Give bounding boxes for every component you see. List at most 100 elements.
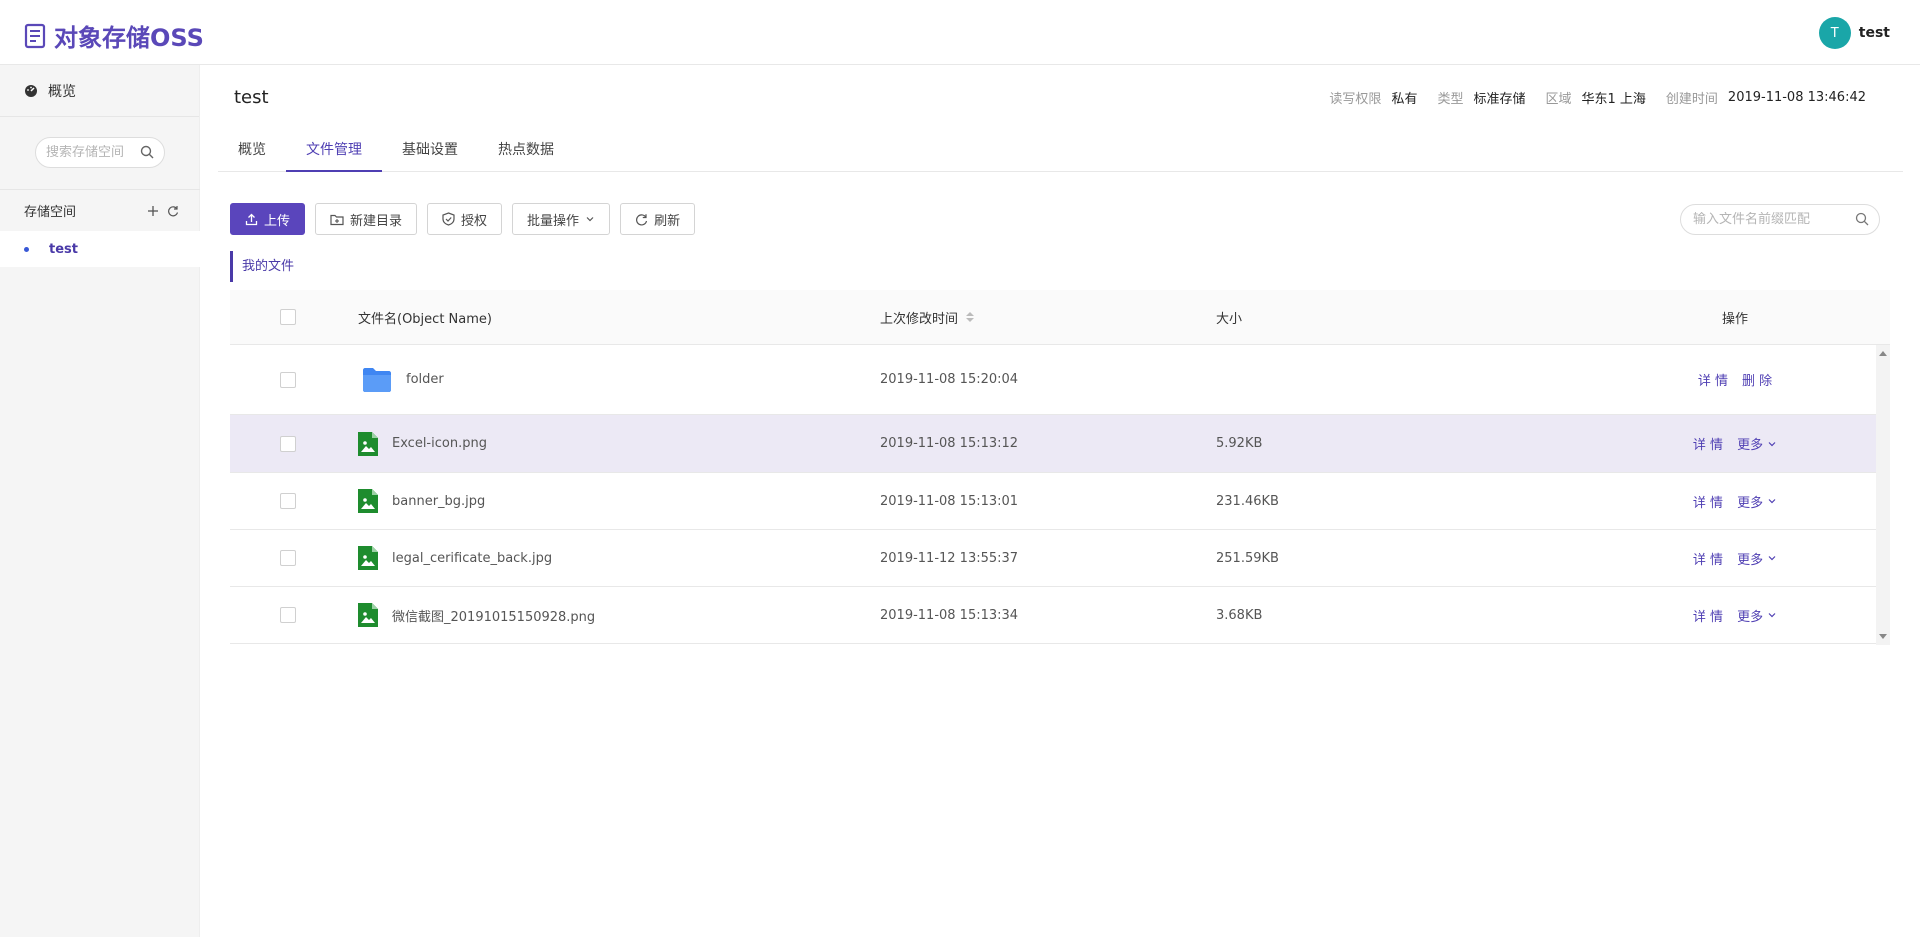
file-name[interactable]: legal_cerificate_back.jpg <box>392 551 552 566</box>
upload-button[interactable]: 上传 <box>230 203 306 235</box>
modified-cell: 2019-11-08 15:13:01 <box>880 493 1019 509</box>
table-row[interactable]: folder 2019-11-08 15:20:04 详 情 删 除 <box>230 345 1890 415</box>
sidebar-item-bucket-test[interactable]: test <box>0 231 200 267</box>
sort-icon[interactable] <box>966 312 975 322</box>
header-ops: 操作 <box>1721 311 1748 327</box>
table-scrollbar[interactable] <box>1876 345 1890 645</box>
refresh-icon[interactable] <box>167 205 179 217</box>
authorize-button[interactable]: 授权 <box>427 203 503 235</box>
size-cell: 5.92KB <box>1216 436 1263 451</box>
bucket-name: test <box>49 241 78 257</box>
bucket-search <box>35 137 165 168</box>
name-cell: banner_bg.jpg <box>358 473 485 529</box>
header-modified-label: 上次修改时间 <box>880 311 959 327</box>
file-name[interactable]: Excel-icon.png <box>392 436 487 451</box>
row-checkbox[interactable] <box>280 493 296 509</box>
new-directory-button[interactable]: 新建目录 <box>315 203 418 235</box>
delete-link[interactable]: 删 除 <box>1742 370 1772 389</box>
refresh-label: 刷新 <box>654 213 681 229</box>
ops-cell: 详 情 更多 <box>1630 415 1840 472</box>
image-file-icon <box>358 431 378 456</box>
file-table: 文件名(Object Name) 上次修改时间 大小 操作 folder 201… <box>230 290 1890 645</box>
breadcrumb[interactable]: 我的文件 <box>230 251 294 282</box>
file-name[interactable]: folder <box>406 372 444 387</box>
ops-cell: 详 情 更多 <box>1630 530 1840 586</box>
batch-operation-dropdown[interactable]: 批量操作 <box>512 203 611 235</box>
chevron-down-icon <box>1768 613 1776 618</box>
size-cell: 231.46KB <box>1216 493 1279 509</box>
dashboard-icon <box>25 84 37 97</box>
modified-cell: 2019-11-08 15:20:04 <box>880 372 1019 387</box>
authorize-label: 授权 <box>461 213 488 229</box>
app-logo[interactable]: 对象存储OSS <box>24 18 204 53</box>
refresh-button[interactable]: 刷新 <box>620 203 696 235</box>
tab-hot-data[interactable]: 热点数据 <box>478 129 574 172</box>
header-modified[interactable]: 上次修改时间 <box>880 290 975 344</box>
file-search-input[interactable] <box>1693 212 1853 227</box>
new-directory-label: 新建目录 <box>350 213 403 229</box>
bucket-section-header: 存储空间 <box>24 201 179 220</box>
meta-key: 读写权限 <box>1329 92 1382 107</box>
shield-icon <box>442 212 455 226</box>
page-title: test <box>234 87 269 108</box>
file-search <box>1680 204 1880 235</box>
details-link[interactable]: 详 情 <box>1693 434 1723 453</box>
upload-label: 上传 <box>264 213 291 229</box>
scroll-down-arrow[interactable] <box>1879 634 1887 639</box>
upload-icon <box>245 213 258 225</box>
meta-key: 创建时间 <box>1665 92 1718 107</box>
image-file-icon <box>358 489 378 513</box>
more-dropdown[interactable]: 更多 <box>1737 606 1777 625</box>
plus-icon[interactable] <box>147 205 159 217</box>
table-row[interactable]: banner_bg.jpg 2019-11-08 15:13:01 231.46… <box>230 473 1890 530</box>
sidebar-item-label: 概览 <box>48 83 76 100</box>
scroll-up-arrow[interactable] <box>1879 351 1887 356</box>
details-link[interactable]: 详 情 <box>1693 549 1723 568</box>
refresh-icon <box>636 213 648 225</box>
file-name[interactable]: banner_bg.jpg <box>392 494 485 509</box>
sidebar: 概览 存储空间 test <box>0 65 200 937</box>
app-title: 对象存储OSS <box>54 24 204 52</box>
file-name[interactable]: 微信截图_20191015150928.png <box>392 606 595 625</box>
select-all-checkbox[interactable] <box>280 309 296 325</box>
details-link[interactable]: 详 情 <box>1693 606 1723 625</box>
sidebar-item-overview[interactable]: 概览 <box>0 65 199 117</box>
more-dropdown[interactable]: 更多 <box>1737 549 1777 568</box>
name-cell: legal_cerificate_back.jpg <box>358 530 552 586</box>
search-icon[interactable] <box>1855 212 1869 226</box>
bucket-section-label: 存储空间 <box>24 205 77 220</box>
tab-basic-settings[interactable]: 基础设置 <box>382 129 478 172</box>
row-checkbox[interactable] <box>280 371 296 388</box>
row-check-cell <box>280 415 296 472</box>
chevron-down-icon <box>1768 499 1776 504</box>
size-cell: 251.59KB <box>1216 550 1279 566</box>
user-menu[interactable]: T test <box>1818 17 1890 49</box>
table-row[interactable]: 微信截图_20191015150928.png 2019-11-08 15:13… <box>230 587 1890 644</box>
user-name: test <box>1858 25 1890 41</box>
chevron-down-icon <box>586 217 594 222</box>
header-name: 文件名(Object Name) <box>358 311 492 327</box>
tab-overview[interactable]: 概览 <box>218 129 286 172</box>
details-link[interactable]: 详 情 <box>1698 370 1728 389</box>
meta-value: 2019-11-08 13:46:42 <box>1727 90 1866 105</box>
more-label: 更多 <box>1737 438 1764 453</box>
ops-cell: 详 情 更多 <box>1630 473 1840 529</box>
tab-file-management[interactable]: 文件管理 <box>286 129 382 172</box>
table-row[interactable]: legal_cerificate_back.jpg 2019-11-12 13:… <box>230 530 1890 587</box>
storage-icon <box>24 23 46 48</box>
row-checkbox[interactable] <box>280 435 296 452</box>
bucket-search-input[interactable] <box>46 145 136 160</box>
table-row[interactable]: Excel-icon.png 2019-11-08 15:13:12 5.92K… <box>230 415 1890 473</box>
row-checkbox[interactable] <box>280 550 296 566</box>
row-check-cell <box>280 587 296 643</box>
ops-cell: 详 情 删 除 <box>1630 345 1840 414</box>
avatar: T <box>1818 17 1851 49</box>
row-checkbox[interactable] <box>280 607 296 623</box>
folder-add-icon <box>330 214 344 225</box>
more-dropdown[interactable]: 更多 <box>1737 434 1777 453</box>
more-dropdown[interactable]: 更多 <box>1737 492 1777 511</box>
chevron-down-icon <box>1768 441 1776 446</box>
search-icon[interactable] <box>140 145 154 159</box>
details-link[interactable]: 详 情 <box>1693 492 1723 511</box>
toolbar: 上传 新建目录 授权 批量操作 刷新 <box>230 203 696 235</box>
